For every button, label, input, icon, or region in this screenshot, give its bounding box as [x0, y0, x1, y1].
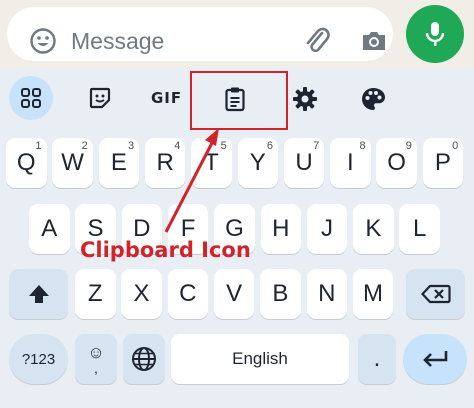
emoji-comma-key[interactable]: ☺ ,: [75, 334, 117, 384]
key-label: Q: [16, 149, 36, 176]
key-label: J: [321, 215, 334, 242]
gear-icon[interactable]: [292, 86, 318, 117]
backspace-icon: [420, 284, 451, 304]
space-bar[interactable]: English: [171, 334, 349, 384]
symbols-key[interactable]: ?123: [9, 334, 68, 384]
emoji-icon[interactable]: [29, 27, 57, 55]
key-label: Y: [249, 149, 266, 176]
emoji-small-icon: ☺: [87, 342, 105, 362]
symbols-key-label: ?123: [21, 350, 56, 368]
key-l[interactable]: L: [399, 204, 440, 254]
key-label: M: [363, 280, 384, 307]
enter-arrow-icon: [423, 351, 448, 367]
message-placeholder: Message: [71, 28, 165, 54]
globe-icon: [132, 347, 156, 371]
key-label: U: [295, 149, 313, 176]
shift-key[interactable]: [9, 269, 68, 319]
annotation-label: Clipboard Icon: [80, 238, 251, 262]
space-bar-label: English: [232, 349, 288, 368]
key-number-hint: 2: [81, 140, 88, 152]
key-label: W: [61, 149, 84, 176]
key-p[interactable]: P0: [422, 138, 464, 188]
period-key-label: .: [373, 345, 381, 372]
key-number-hint: 5: [220, 140, 227, 152]
key-b[interactable]: B: [260, 269, 301, 319]
key-number-hint: 7: [313, 140, 320, 152]
key-number-hint: 6: [266, 140, 273, 152]
key-label: P: [434, 149, 451, 176]
key-y[interactable]: Y6: [237, 138, 278, 188]
key-m[interactable]: M: [352, 269, 394, 319]
key-q[interactable]: Q1: [6, 138, 47, 188]
key-label: V: [226, 280, 243, 307]
key-a[interactable]: A: [29, 204, 70, 254]
key-number-hint: 4: [174, 140, 181, 152]
key-c[interactable]: C: [167, 269, 209, 319]
clipboard-highlight-box: [190, 71, 288, 130]
key-label: I: [347, 149, 354, 176]
key-label: T: [204, 149, 219, 176]
key-x[interactable]: X: [121, 269, 162, 319]
key-label: O: [387, 149, 406, 176]
key-number-hint: 3: [127, 140, 135, 152]
language-key[interactable]: [123, 334, 165, 384]
paperclip-icon[interactable]: [300, 24, 334, 58]
key-r[interactable]: R4: [144, 138, 186, 188]
key-t[interactable]: T5: [191, 138, 232, 188]
key-label: B: [272, 280, 289, 307]
key-v[interactable]: V: [213, 269, 255, 319]
key-k[interactable]: K: [353, 204, 394, 254]
key-u[interactable]: U7: [283, 138, 325, 188]
key-h[interactable]: H: [260, 204, 301, 254]
key-label: N: [318, 280, 336, 307]
mic-button[interactable]: [406, 5, 464, 63]
gif-button[interactable]: GIF: [151, 89, 182, 107]
key-number-hint: 0: [452, 140, 459, 152]
key-number-hint: 1: [35, 140, 42, 152]
mic-icon: [425, 22, 445, 46]
key-z[interactable]: Z: [75, 269, 116, 319]
key-w[interactable]: W2: [52, 138, 93, 188]
key-e[interactable]: E3: [98, 138, 140, 188]
apps-grid-button[interactable]: [9, 76, 53, 120]
sticker-icon[interactable]: [88, 86, 112, 115]
key-number-hint: 9: [405, 140, 412, 152]
key-label: H: [272, 215, 290, 242]
key-label: R: [156, 149, 174, 176]
key-label: X: [133, 280, 150, 307]
message-bar: Message: [0, 0, 474, 68]
key-j[interactable]: J: [306, 204, 348, 254]
period-key[interactable]: .: [358, 334, 396, 384]
key-label: C: [179, 280, 197, 307]
key-label: E: [110, 149, 127, 176]
shift-arrow-icon: [28, 285, 49, 303]
backspace-key[interactable]: [406, 269, 465, 319]
key-o[interactable]: O9: [376, 138, 417, 188]
message-field[interactable]: Message: [7, 7, 393, 61]
key-label: K: [365, 215, 382, 242]
key-i[interactable]: I8: [330, 138, 371, 188]
key-n[interactable]: N: [306, 269, 347, 319]
enter-key[interactable]: [403, 334, 467, 384]
comma-label: ,: [94, 359, 98, 376]
key-label: Z: [87, 280, 103, 307]
key-label: A: [41, 215, 58, 242]
key-number-hint: 8: [359, 140, 366, 152]
key-label: L: [412, 215, 427, 242]
grid-icon: [21, 88, 41, 108]
camera-icon[interactable]: [359, 26, 389, 56]
palette-icon[interactable]: [360, 86, 386, 117]
